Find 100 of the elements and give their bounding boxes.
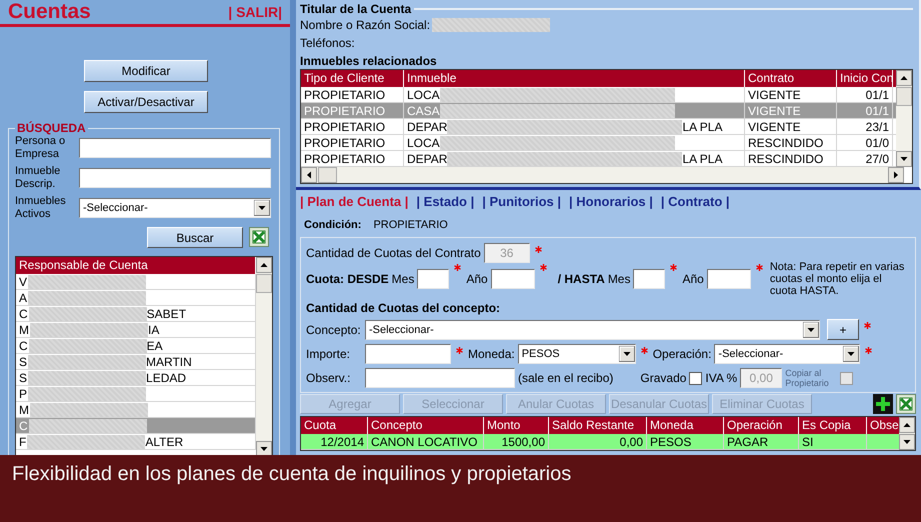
field-label: Año xyxy=(466,272,488,286)
field-label: Operación: xyxy=(652,347,712,361)
table-cell: RESCINDIDO xyxy=(748,136,824,150)
add-icon[interactable] xyxy=(873,394,893,414)
table-cell: LOCA xyxy=(407,88,440,102)
field-label: IVA % xyxy=(705,371,738,385)
action-button[interactable]: Activar/Desactivar xyxy=(84,91,208,113)
table-cell: CASA xyxy=(407,104,440,118)
field-label: Nombre o Razón Social: xyxy=(300,18,430,32)
table-cell: MARTIN xyxy=(146,354,192,368)
caret-icon xyxy=(843,346,860,362)
scrollbar[interactable] xyxy=(301,167,904,183)
table-cell: VIGENTE xyxy=(748,88,801,102)
table-cell: 01/1 xyxy=(866,88,889,102)
field-label: Observ.: xyxy=(306,371,352,385)
input-field[interactable] xyxy=(365,344,451,364)
table-cell: RESCINDIDO xyxy=(748,152,824,166)
table-cell: M xyxy=(19,402,29,416)
add-button[interactable]: + xyxy=(827,319,859,340)
field-label: Inmuebles Activos xyxy=(15,195,67,221)
checkbox[interactable] xyxy=(689,372,702,384)
scrollbar[interactable] xyxy=(256,257,272,455)
input-field[interactable] xyxy=(633,269,666,289)
caret-icon xyxy=(803,322,819,338)
tab[interactable]: | Punitorios | xyxy=(482,194,562,209)
table-cell: F xyxy=(19,434,26,448)
table-cell: DEPAR xyxy=(407,120,448,134)
caret-icon xyxy=(618,346,635,362)
field-label: Teléfonos: xyxy=(300,36,355,50)
field-label: Condición: xyxy=(304,219,362,231)
field-label: Mes xyxy=(608,272,630,286)
dropdown[interactable]: -Seleccionar- xyxy=(365,320,820,340)
dropdown[interactable]: -Seleccionar- xyxy=(79,198,271,218)
section-title: Titular de la Cuenta xyxy=(300,2,412,16)
field-label: Cuota: DESDE xyxy=(306,272,389,286)
table-cell: PROPIETARIO xyxy=(304,104,386,118)
checkbox-label: Copiar al Propietario xyxy=(785,368,830,388)
table-cell: V xyxy=(19,274,28,288)
table-cell: DEPAR xyxy=(407,152,448,166)
section-title: Cantidad de Cuotas del concepto: xyxy=(306,301,502,315)
input-field[interactable] xyxy=(79,138,271,158)
note-text: Nota: Para repetir en varias cuotas el monto elija el cuota HASTA. xyxy=(770,261,906,297)
scrollbar[interactable] xyxy=(899,417,915,450)
table-cell: VIGENTE xyxy=(748,120,801,134)
table-cell: 27/0 xyxy=(866,152,889,166)
table-cell: PROPIETARIO xyxy=(304,136,386,150)
input-field[interactable] xyxy=(417,269,450,289)
table-cell: VIGENTE xyxy=(748,104,801,118)
dropdown[interactable]: -Seleccionar- xyxy=(714,344,860,364)
app-title: Cuentas xyxy=(8,0,91,24)
field-value: PROPIETARIO xyxy=(373,219,448,231)
scrollbar[interactable] xyxy=(896,70,912,167)
table-cell: S xyxy=(19,370,28,384)
input-field[interactable] xyxy=(706,269,751,289)
action-button[interactable]: Modificar xyxy=(84,60,208,82)
tab[interactable]: | Estado | xyxy=(416,194,474,209)
field-label: Año xyxy=(682,272,704,286)
table-cell: PROPIETARIO xyxy=(304,152,386,166)
table-cell: 0,00 xyxy=(620,434,643,448)
tab[interactable]: | Honorarios | xyxy=(569,194,653,209)
input-field[interactable] xyxy=(79,168,271,188)
field-label: Importe: xyxy=(306,347,352,361)
table-cell: LA PLA xyxy=(682,120,722,134)
table-cell: 01/0 xyxy=(866,136,889,150)
table-cell: SABET xyxy=(146,306,186,320)
table-cell: PESOS xyxy=(650,434,692,448)
field-label: Inmueble Descrip. xyxy=(15,165,62,191)
input-field[interactable] xyxy=(365,368,515,388)
table-cell: EA xyxy=(146,338,163,352)
section-title: BÚSQUEDA xyxy=(16,121,87,135)
field-label: Gravado xyxy=(640,371,686,385)
table-cell: ALTER xyxy=(145,434,184,448)
table-cell: C xyxy=(19,338,28,352)
search-button[interactable]: Buscar xyxy=(147,227,243,248)
table-cell: LA PLA xyxy=(682,152,722,166)
hint-text: (sale en el recibo) xyxy=(518,371,614,385)
field-label: Concepto: xyxy=(306,322,362,336)
section-title: Inmuebles relacionados xyxy=(300,54,438,68)
table-cell: 01/1 xyxy=(866,104,889,118)
field-label: Mes xyxy=(392,272,414,286)
spreadsheet-icon[interactable] xyxy=(896,394,916,414)
field-label: Cantidad de Cuotas del Contrato xyxy=(306,246,481,260)
dropdown[interactable]: PESOS xyxy=(518,344,636,364)
table-cell: 1500,00 xyxy=(502,434,545,448)
table-cell: C xyxy=(19,306,28,320)
table-cell: 12/2014 xyxy=(320,434,364,448)
table-cell: PROPIETARIO xyxy=(304,88,386,102)
table-cell: SI xyxy=(802,434,814,448)
caption-text: Flexibilidad en los planes de cuenta de inquilinos y propietarios xyxy=(12,463,572,485)
table-cell: LOCA xyxy=(407,136,440,150)
spreadsheet-icon[interactable] xyxy=(249,227,269,247)
table-cell: CANON LOCATIVO xyxy=(371,434,478,448)
tab[interactable]: | Contrato | xyxy=(660,194,730,209)
caret-icon xyxy=(254,200,270,216)
table-cell: P xyxy=(19,386,28,400)
table-cell: S xyxy=(19,354,28,368)
table-cell: IA xyxy=(148,322,160,336)
table-cell: 23/1 xyxy=(866,120,889,134)
input-field[interactable] xyxy=(490,269,535,289)
field-label: / HASTA xyxy=(558,272,605,286)
